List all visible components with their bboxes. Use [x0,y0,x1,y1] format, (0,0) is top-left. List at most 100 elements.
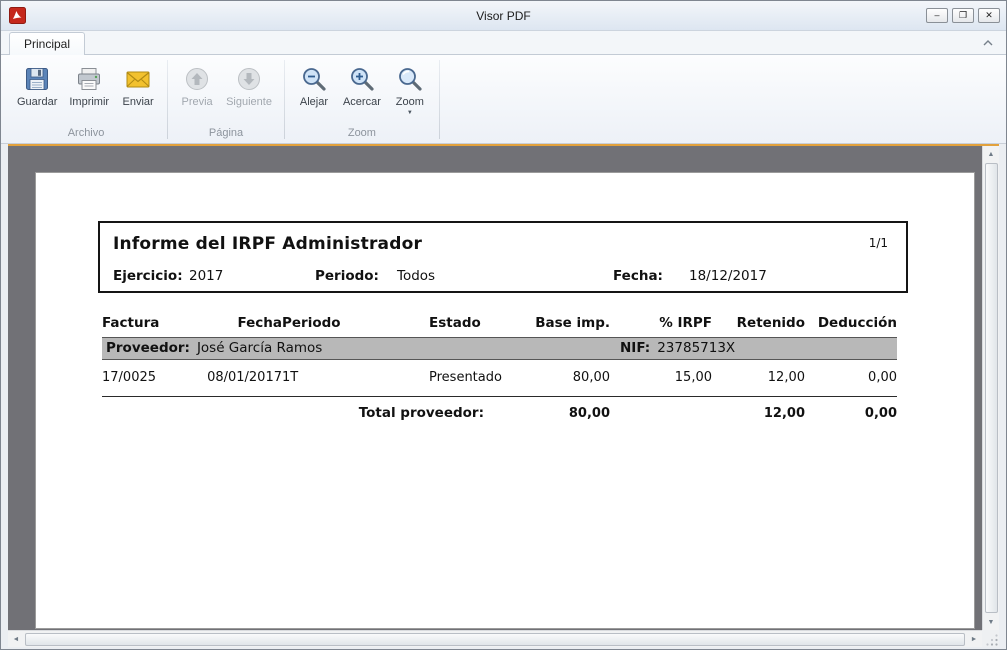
vertical-scrollbar-thumb[interactable] [985,163,998,613]
printer-icon [75,65,103,93]
report-table: Factura Fecha Periodo Estado Base imp. %… [102,315,897,421]
imprimir-label: Imprimir [69,96,109,108]
document-viewer: Informe del IRPF Administrador 1/1 Ejerc… [8,144,999,647]
group-separator [439,60,440,139]
table-row: 17/0025 08/01/2017 1T Presentado 80,00 1… [102,360,897,397]
zoom-dropdown-icon: ▼ [407,111,413,115]
scroll-left-button[interactable]: ◄ [8,631,24,647]
minimize-button[interactable]: – [926,8,948,23]
total-retenido: 12,00 [712,397,805,422]
ribbon-group-archivo: Guardar Imprimir [7,55,165,143]
header-estado: Estado [429,315,529,338]
header-periodo: Periodo [282,315,429,338]
scroll-left-icon: ◄ [13,636,20,643]
guardar-label: Guardar [17,96,57,108]
guardar-button[interactable]: Guardar [11,60,63,112]
next-page-icon [235,65,263,93]
proveedor-label: Proveedor: [106,340,190,356]
visor-pdf-window: Visor PDF – ❐ ✕ Principal [0,0,1007,650]
provider-band-row: Proveedor: José García Ramos NIF:23785713… [102,338,897,360]
ejercicio-label: Ejercicio: [113,268,183,284]
group-label-archivo: Archivo [7,127,165,143]
previa-label: Previa [181,96,212,108]
resize-grip[interactable] [982,630,999,647]
tab-principal[interactable]: Principal [9,32,85,55]
vertical-scrollbar[interactable]: ▲ ▼ [982,146,999,630]
cell-estado: Presentado [429,360,529,397]
ribbon-group-pagina: Previa Siguiente Página [170,55,282,143]
total-base: 80,00 [529,397,610,422]
zoom-button[interactable]: Zoom ▼ [387,60,433,119]
chevron-up-icon [983,40,993,46]
total-label: Total proveedor: [102,397,529,422]
horizontal-scrollbar-thumb[interactable] [25,633,965,646]
periodo-label: Periodo: [315,268,379,284]
zoom-in-icon [348,65,376,93]
restore-icon: ❐ [959,11,967,20]
window-title: Visor PDF [1,9,1006,23]
header-deduccion: Deducción [805,315,897,338]
group-separator [284,60,285,139]
siguiente-button[interactable]: Siguiente [220,60,278,112]
periodo-value: Todos [397,268,435,284]
total-row: Total proveedor: 80,00 12,00 0,00 [102,397,897,422]
group-label-zoom: Zoom [287,127,437,143]
previa-button[interactable]: Previa [174,60,220,112]
acercar-label: Acercar [343,96,381,108]
total-irpf-empty [610,397,712,422]
ribbon-tabstrip: Principal [1,31,1006,54]
enviar-label: Enviar [122,96,153,108]
imprimir-button[interactable]: Imprimir [63,60,115,112]
scroll-up-button[interactable]: ▲ [983,146,999,162]
fecha-value: 18/12/2017 [689,268,767,284]
acercar-button[interactable]: Acercar [337,60,387,112]
provider-cell: Proveedor: José García Ramos [102,338,610,360]
window-controls: – ❐ ✕ [926,8,1000,23]
cell-fecha: 08/01/2017 [207,360,282,397]
group-label-pagina: Página [170,127,282,143]
ribbon-group-zoom: Alejar Acercar [287,55,437,143]
total-deduccion: 0,00 [805,397,897,422]
report-header-box: Informe del IRPF Administrador 1/1 Ejerc… [98,221,908,293]
header-factura: Factura [102,315,207,338]
zoom-out-icon [300,65,328,93]
scroll-right-button[interactable]: ► [966,631,982,647]
close-icon: ✕ [985,11,993,20]
minimize-icon: – [934,11,939,20]
nif-cell: NIF:23785713X [610,338,897,360]
title-bar[interactable]: Visor PDF – ❐ ✕ [1,1,1006,31]
page-indicator: 1/1 [869,236,888,250]
pdf-page: Informe del IRPF Administrador 1/1 Ejerc… [35,172,975,629]
save-icon [23,65,51,93]
alejar-button[interactable]: Alejar [291,60,337,112]
header-irpf: % IRPF [610,315,712,338]
scroll-down-icon: ▼ [988,619,995,626]
cell-retenido: 12,00 [712,360,805,397]
restore-button[interactable]: ❐ [952,8,974,23]
zoom-label: Zoom [396,96,424,108]
resize-grip-icon [986,634,999,647]
envelope-icon [124,65,152,93]
alejar-label: Alejar [300,96,328,108]
report-title: Informe del IRPF Administrador [113,234,422,254]
cell-irpf: 15,00 [610,360,712,397]
previous-page-icon [183,65,211,93]
scroll-up-icon: ▲ [988,151,995,158]
group-separator [167,60,168,139]
cell-base: 80,00 [529,360,610,397]
nif-label: NIF: [620,340,650,356]
close-button[interactable]: ✕ [978,8,1000,23]
ribbon-collapse-button[interactable] [978,35,998,51]
scroll-down-button[interactable]: ▼ [983,614,999,630]
fecha-label: Fecha: [613,268,663,284]
horizontal-scrollbar[interactable]: ◄ ► [8,630,982,647]
cell-factura: 17/0025 [102,360,207,397]
zoom-icon [396,65,424,93]
table-header-row: Factura Fecha Periodo Estado Base imp. %… [102,315,897,338]
header-fecha: Fecha [207,315,282,338]
pdf-app-icon [9,7,26,24]
siguiente-label: Siguiente [226,96,272,108]
enviar-button[interactable]: Enviar [115,60,161,112]
proveedor-value: José García Ramos [197,340,322,356]
ribbon: Guardar Imprimir [1,54,1006,144]
